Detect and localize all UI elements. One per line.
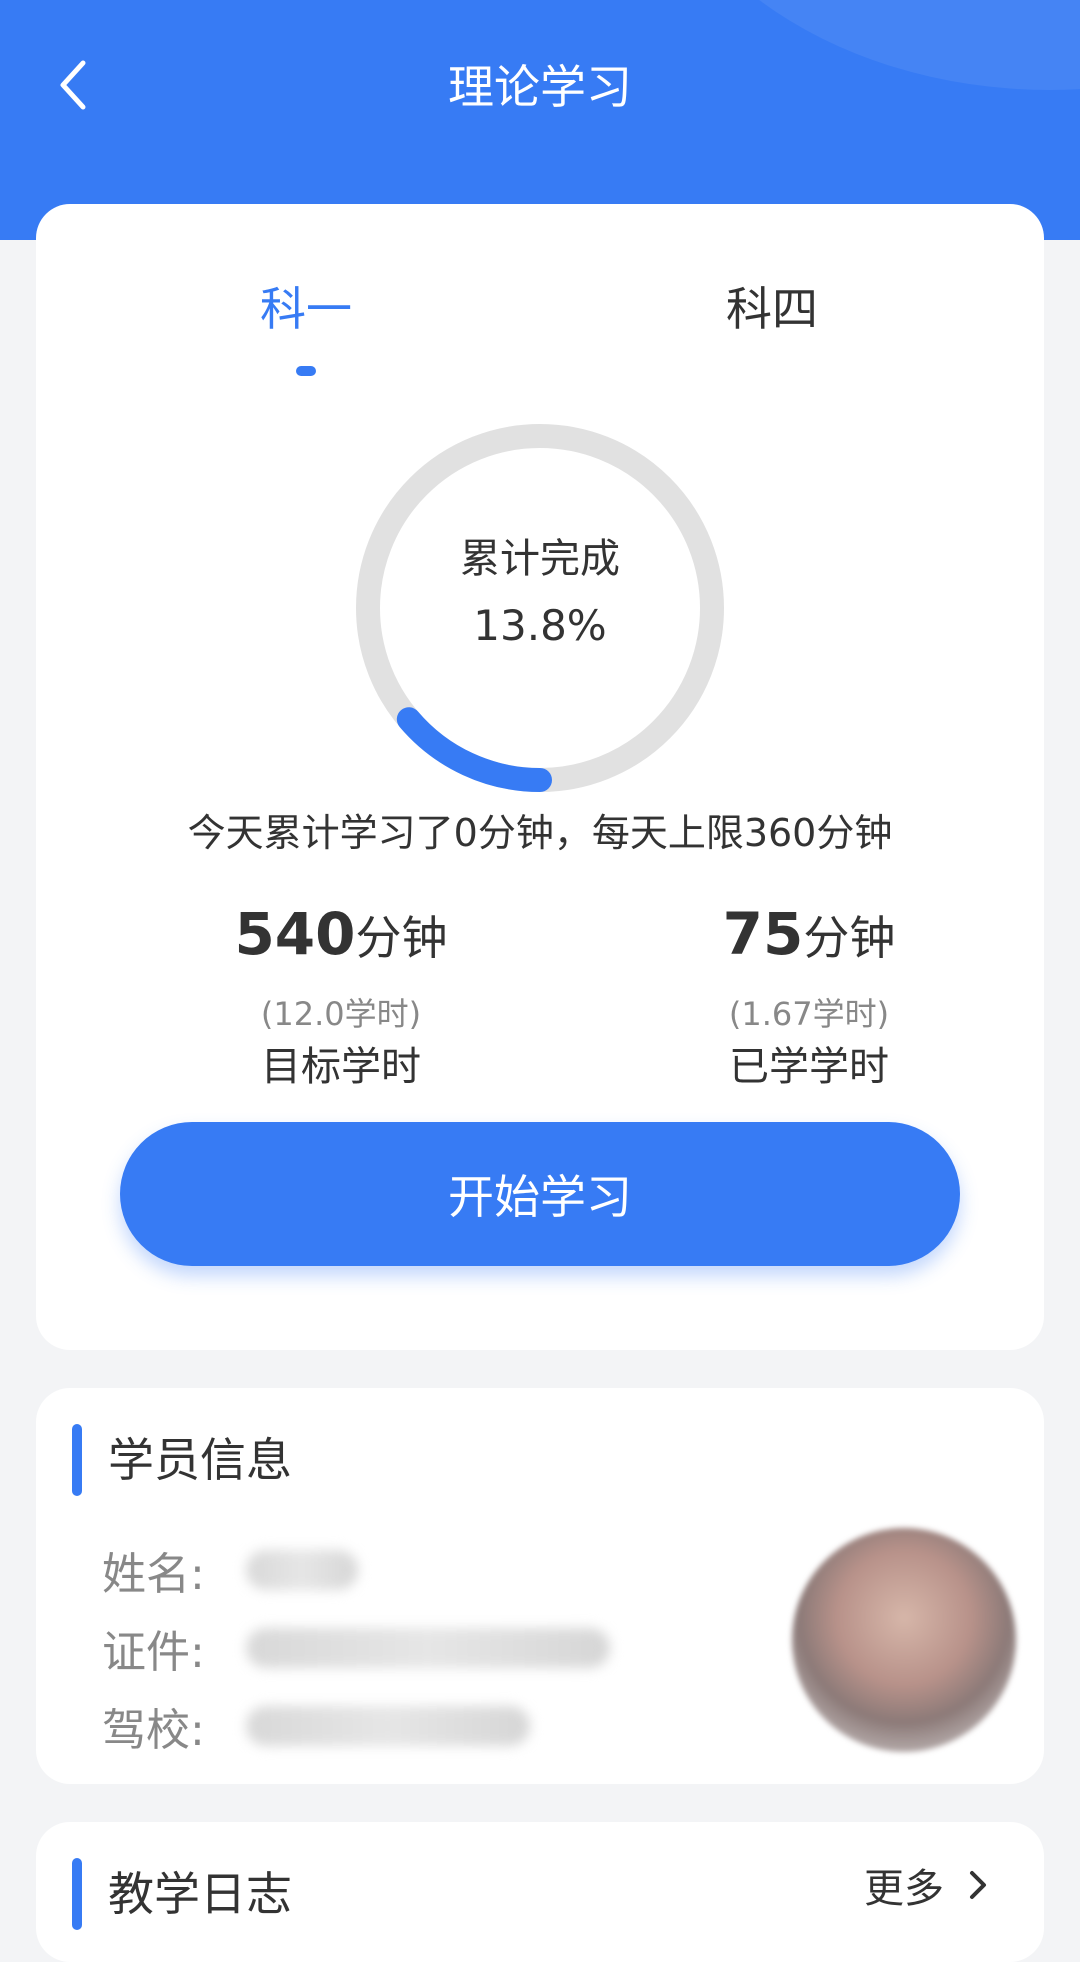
id-label: 证件: (102, 1627, 205, 1678)
more-label: 更多 (864, 1866, 944, 1912)
student-info-title: 学员信息 (108, 1433, 292, 1487)
learned-hours-caption: 已学学时 (729, 1044, 889, 1090)
more-link[interactable]: 更多 (864, 1856, 996, 1914)
tab-subject-four[interactable]: 科四 (672, 274, 872, 344)
target-class-hours: (12.0学时) (260, 995, 422, 1033)
learned-hours-stat: 75分钟 (1.67学时) 已学学时 (609, 894, 1009, 1095)
target-minutes: 540 (234, 900, 356, 968)
info-row-school: 驾校: (102, 1694, 530, 1758)
section-accent-bar (72, 1858, 82, 1930)
target-hours-caption: 目标学时 (261, 1044, 421, 1090)
avatar (792, 1528, 1016, 1752)
name-value-redacted (246, 1550, 358, 1590)
active-tab-indicator (296, 366, 316, 376)
study-progress-card: 科一 科四 累计完成 13.8% 今天累计学习了0分钟，每天上限360分钟 54… (36, 204, 1044, 1350)
school-value-redacted (246, 1706, 530, 1746)
learned-minutes-unit: 分钟 (803, 911, 896, 965)
name-label: 姓名: (102, 1549, 205, 1600)
target-minutes-unit: 分钟 (355, 911, 448, 965)
info-row-id: 证件: (102, 1616, 610, 1680)
student-info-card: 学员信息 姓名: 证件: 驾校: (36, 1388, 1044, 1784)
start-study-button[interactable]: 开始学习 (120, 1122, 960, 1266)
section-accent-bar (72, 1424, 82, 1496)
progress-label: 累计完成 (460, 536, 620, 582)
teaching-log-title: 教学日志 (108, 1867, 292, 1921)
id-value-redacted (246, 1628, 610, 1668)
learned-class-hours: (1.67学时) (728, 995, 890, 1033)
school-label: 驾校: (102, 1705, 205, 1756)
page-title: 理论学习 (448, 60, 632, 114)
chevron-right-icon (970, 1871, 986, 1899)
info-row-name: 姓名: (102, 1538, 358, 1602)
progress-percent: 13.8% (473, 601, 607, 650)
tab-subject-one[interactable]: 科一 (206, 274, 406, 344)
today-study-summary: 今天累计学习了0分钟，每天上限360分钟 (187, 811, 893, 855)
learned-minutes: 75 (722, 900, 804, 968)
teaching-log-card: 教学日志 更多 (36, 1822, 1044, 1962)
target-hours-stat: 540分钟 (12.0学时) 目标学时 (141, 894, 541, 1095)
